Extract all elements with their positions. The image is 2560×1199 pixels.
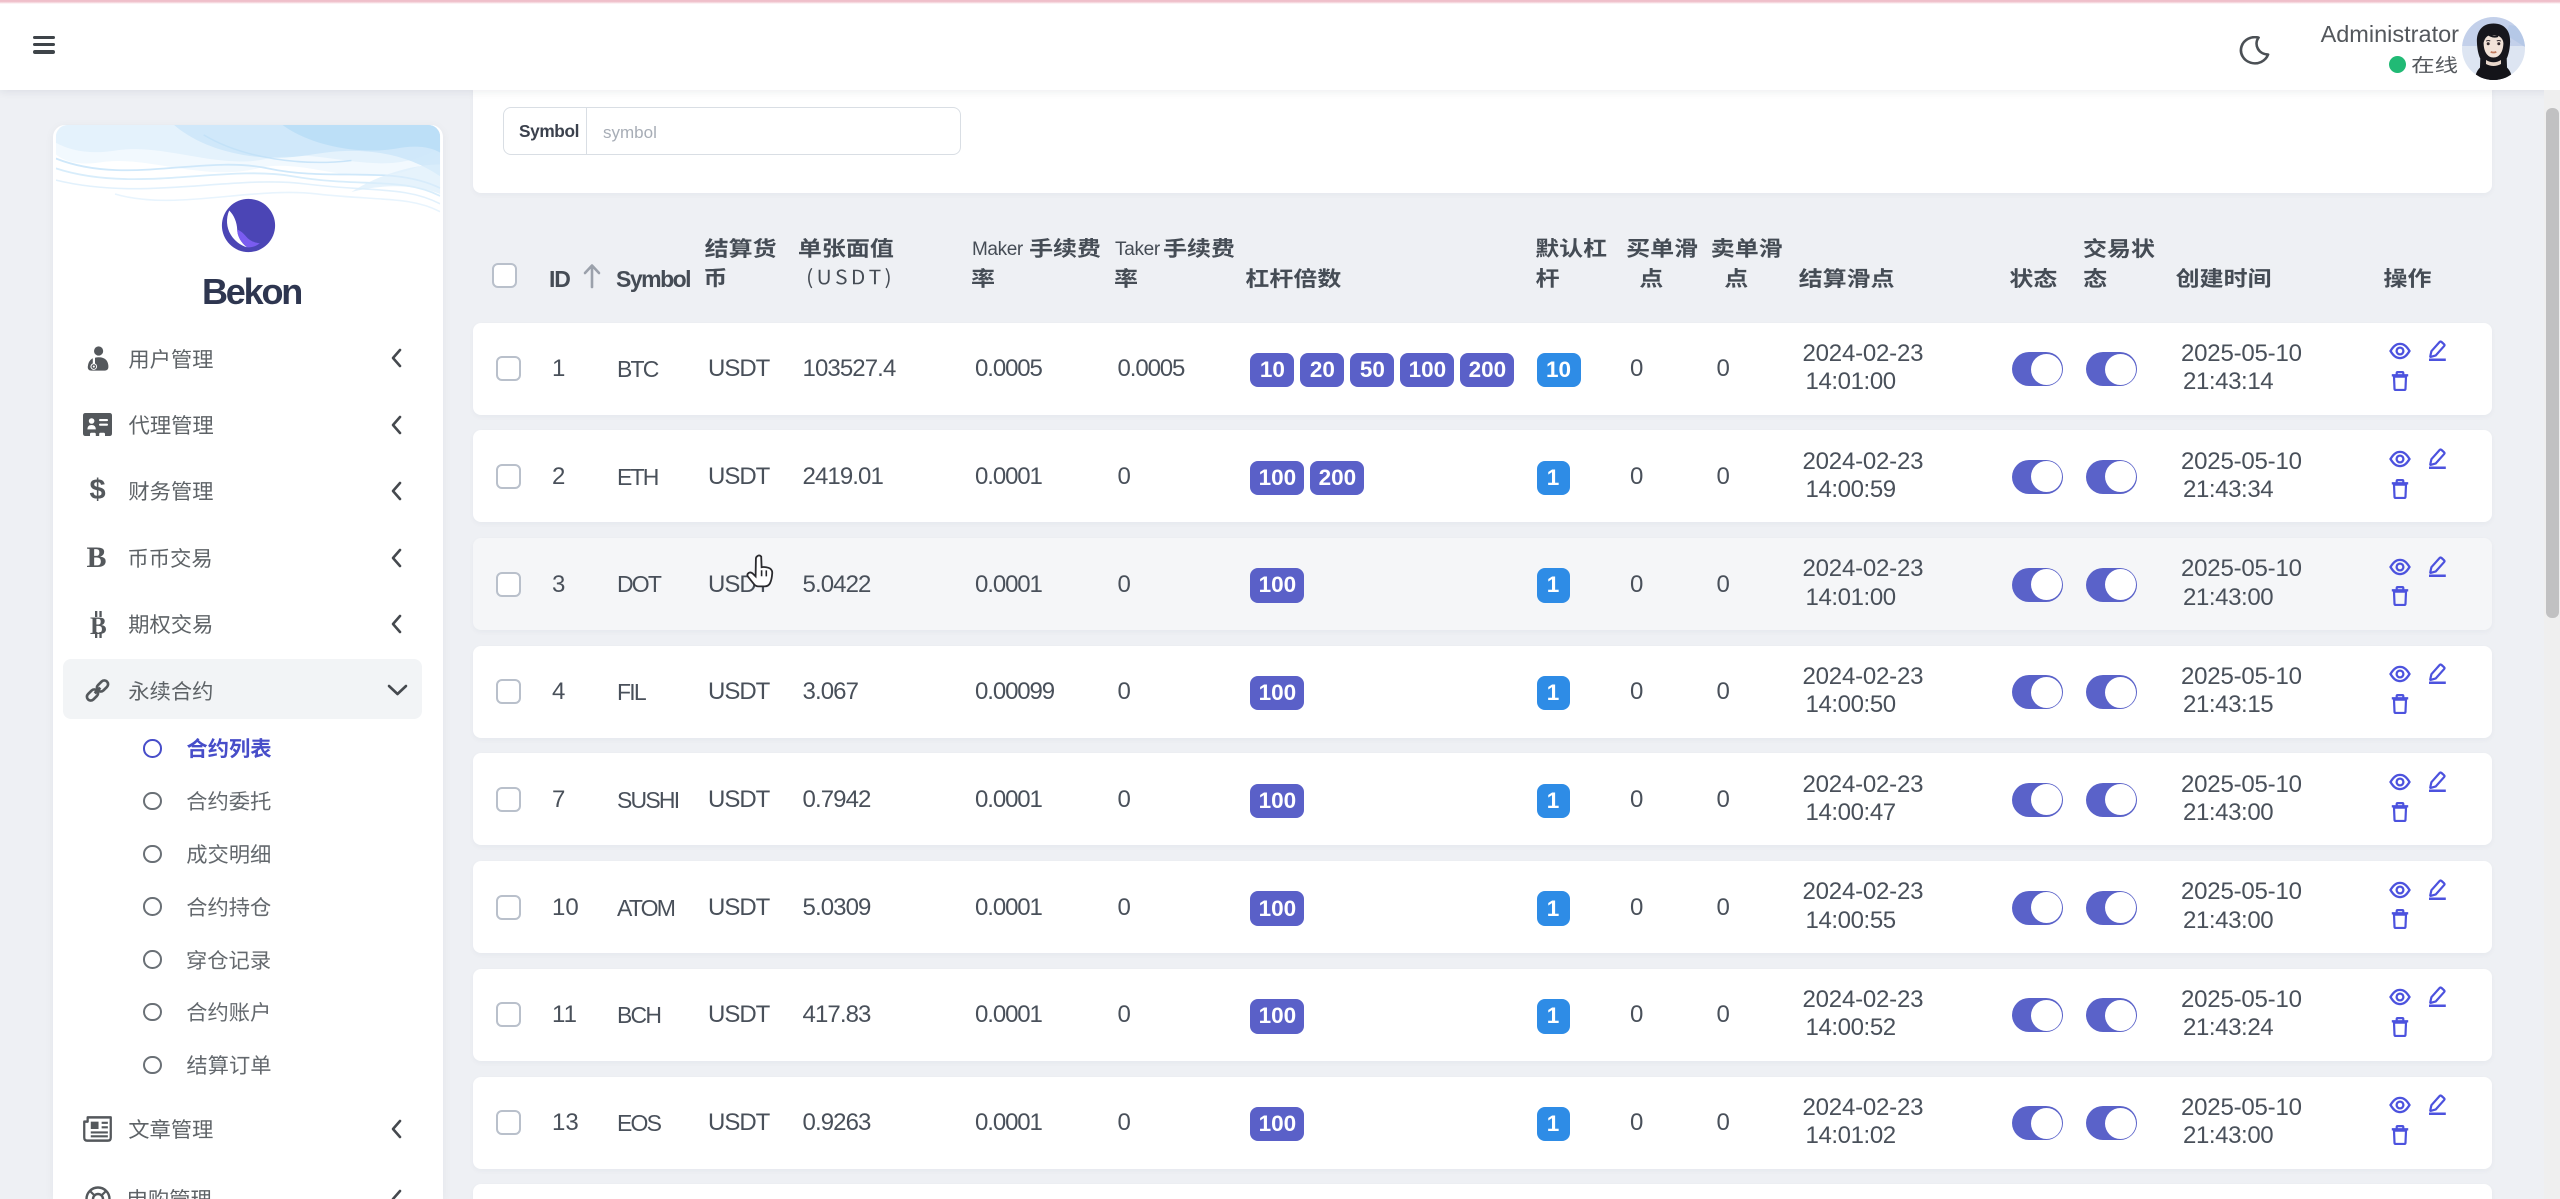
- svg-text:B: B: [90, 613, 107, 639]
